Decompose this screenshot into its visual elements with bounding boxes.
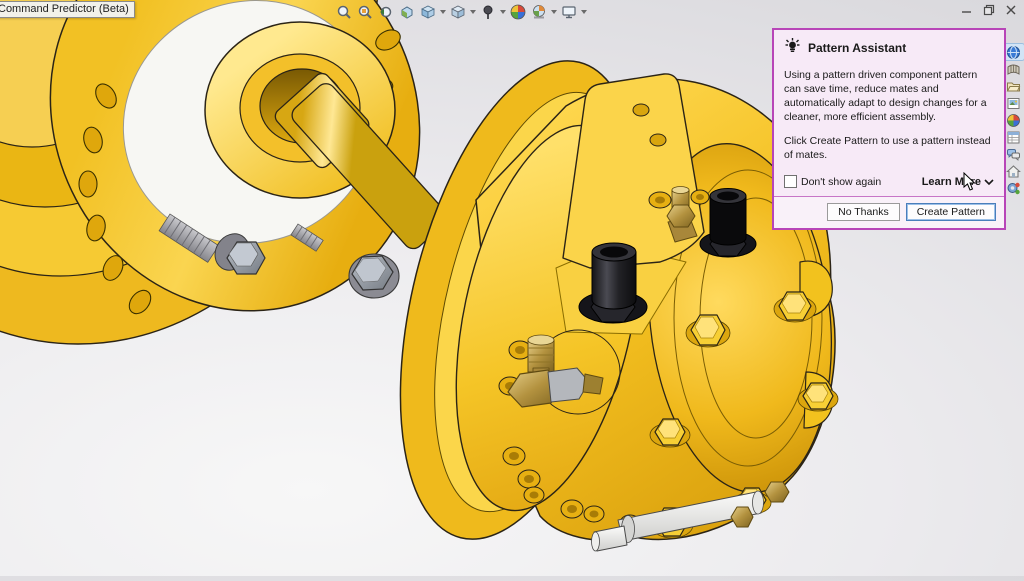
view-settings-icon[interactable]	[559, 3, 579, 21]
solidworks-resources-icon[interactable]	[1004, 44, 1024, 60]
previous-view-icon[interactable]	[376, 3, 396, 21]
close-button[interactable]	[1002, 2, 1020, 18]
display-style-dropdown[interactable]	[469, 3, 477, 21]
flange-hex-bolt[interactable]	[349, 254, 399, 298]
view-orientation-dropdown[interactable]	[439, 3, 447, 21]
apply-scene-icon[interactable]	[529, 3, 549, 21]
dont-show-again-checkbox[interactable]	[784, 175, 797, 188]
view-palette-icon[interactable]	[1004, 95, 1024, 111]
dont-show-again-label: Don't show again	[801, 176, 881, 188]
no-thanks-button[interactable]: No Thanks	[827, 203, 900, 221]
solidworks-add-ins-icon[interactable]	[1004, 180, 1024, 196]
section-view-icon[interactable]	[397, 3, 417, 21]
view-orientation-icon[interactable]	[418, 3, 438, 21]
dont-show-again-option[interactable]: Don't show again	[784, 175, 881, 188]
create-pattern-button[interactable]: Create Pattern	[906, 203, 996, 221]
solidworks-forum-icon[interactable]	[1004, 146, 1024, 162]
apply-scene-dropdown[interactable]	[550, 3, 558, 21]
idea-lamp-icon	[784, 37, 801, 59]
command-predictor-tooltip: Command Predictor (Beta)	[0, 1, 135, 18]
dialog-paragraph-2: Click Create Pattern to use a pattern in…	[784, 135, 994, 163]
custom-properties-icon[interactable]	[1004, 129, 1024, 145]
pattern-assistant-dialog: Pattern Assistant Using a pattern driven…	[772, 28, 1006, 230]
task-pane-tabs	[1003, 44, 1024, 197]
dialog-body: Using a pattern driven component pattern…	[774, 61, 1004, 163]
minimize-button[interactable]	[958, 2, 976, 18]
view-settings-dropdown[interactable]	[580, 3, 588, 21]
design-library-icon[interactable]	[1004, 61, 1024, 77]
home-icon[interactable]	[1004, 163, 1024, 179]
learn-more-link[interactable]: Learn More	[922, 176, 994, 188]
file-explorer-icon[interactable]	[1004, 78, 1024, 94]
appearances-scenes-icon[interactable]	[1004, 112, 1024, 128]
hide-show-items-dropdown[interactable]	[499, 3, 507, 21]
heads-up-toolbar	[334, 3, 588, 21]
zoom-to-area-icon[interactable]	[355, 3, 375, 21]
chevron-down-icon	[984, 178, 994, 186]
edit-appearance-icon[interactable]	[508, 3, 528, 21]
dialog-paragraph-1: Using a pattern driven component pattern…	[784, 69, 994, 124]
restore-button[interactable]	[980, 2, 998, 18]
window-controls	[958, 2, 1020, 18]
hide-show-items-icon[interactable]	[478, 3, 498, 21]
dialog-title: Pattern Assistant	[808, 41, 906, 55]
display-style-icon[interactable]	[448, 3, 468, 21]
zoom-to-fit-icon[interactable]	[334, 3, 354, 21]
